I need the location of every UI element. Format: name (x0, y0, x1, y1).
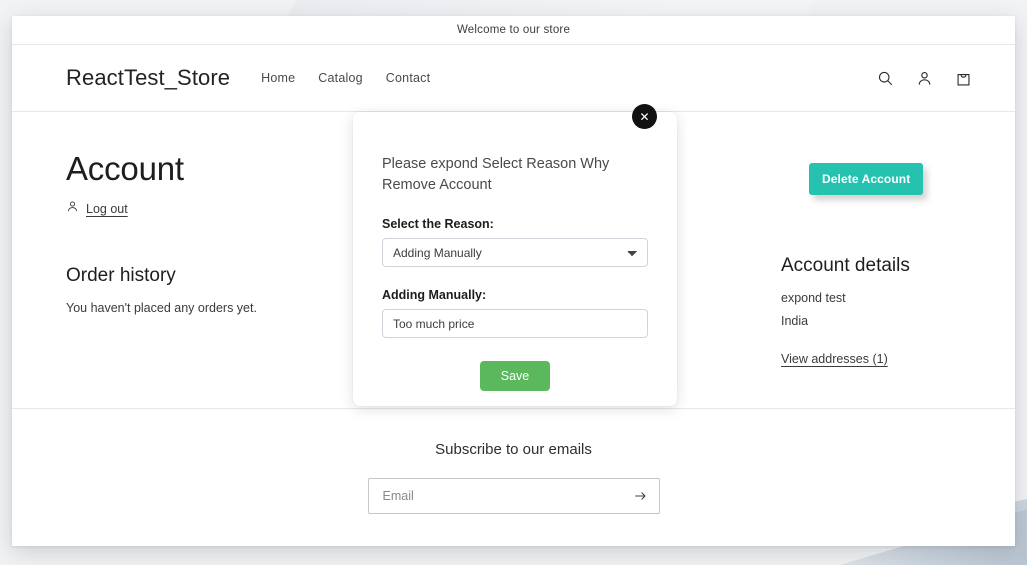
site-header: ReactTest_Store Home Catalog Contact (12, 45, 1015, 112)
store-logo[interactable]: ReactTest_Store (66, 65, 230, 91)
cart-icon[interactable] (955, 70, 972, 87)
account-detail-name: expond test (781, 291, 846, 305)
close-icon[interactable]: ✕ (632, 104, 657, 129)
delete-account-button[interactable]: Delete Account (809, 163, 924, 195)
header-icon-group (877, 70, 972, 87)
subscribe-form (367, 478, 660, 514)
reason-select-label: Select the Reason: (382, 217, 494, 232)
nav-item-catalog[interactable]: Catalog (318, 71, 363, 85)
site-footer: Subscribe to our emails (12, 409, 1015, 514)
main-content: Account Log out Order history You haven'… (12, 104, 1015, 409)
detail-input-label: Adding Manually: (382, 288, 487, 303)
remove-account-modal: ✕ Please expond Select Reason Why Remove… (353, 104, 677, 406)
main-navigation: Home Catalog Contact (261, 71, 430, 85)
detail-input[interactable] (382, 309, 648, 339)
modal-heading: Please expond Select Reason Why Remove A… (382, 156, 610, 193)
page-container: Welcome to our store ReactTest_Store Hom… (12, 16, 1015, 546)
logout-label: Log out (86, 202, 128, 216)
nav-item-contact[interactable]: Contact (386, 71, 430, 85)
announcement-text: Welcome to our store (456, 24, 571, 36)
person-icon (66, 200, 79, 218)
modal-actions: Save (382, 361, 648, 392)
account-details-column: Delete Account Account details expond te… (781, 142, 961, 408)
save-button[interactable]: Save (479, 361, 551, 392)
email-input[interactable] (367, 478, 660, 514)
view-addresses-link[interactable]: View addresses (1) (781, 352, 888, 366)
announcement-bar: Welcome to our store (12, 16, 1015, 45)
account-icon[interactable] (916, 70, 933, 87)
modal-field-gap (382, 267, 648, 288)
account-details-title: Account details (781, 255, 910, 276)
search-icon[interactable] (877, 70, 894, 87)
account-detail-country: India (781, 314, 809, 328)
arrow-right-icon[interactable] (633, 489, 648, 504)
nav-item-home[interactable]: Home (261, 71, 295, 85)
subscribe-title: Subscribe to our emails (435, 441, 592, 458)
reason-select[interactable]: Adding Manually (382, 238, 648, 268)
